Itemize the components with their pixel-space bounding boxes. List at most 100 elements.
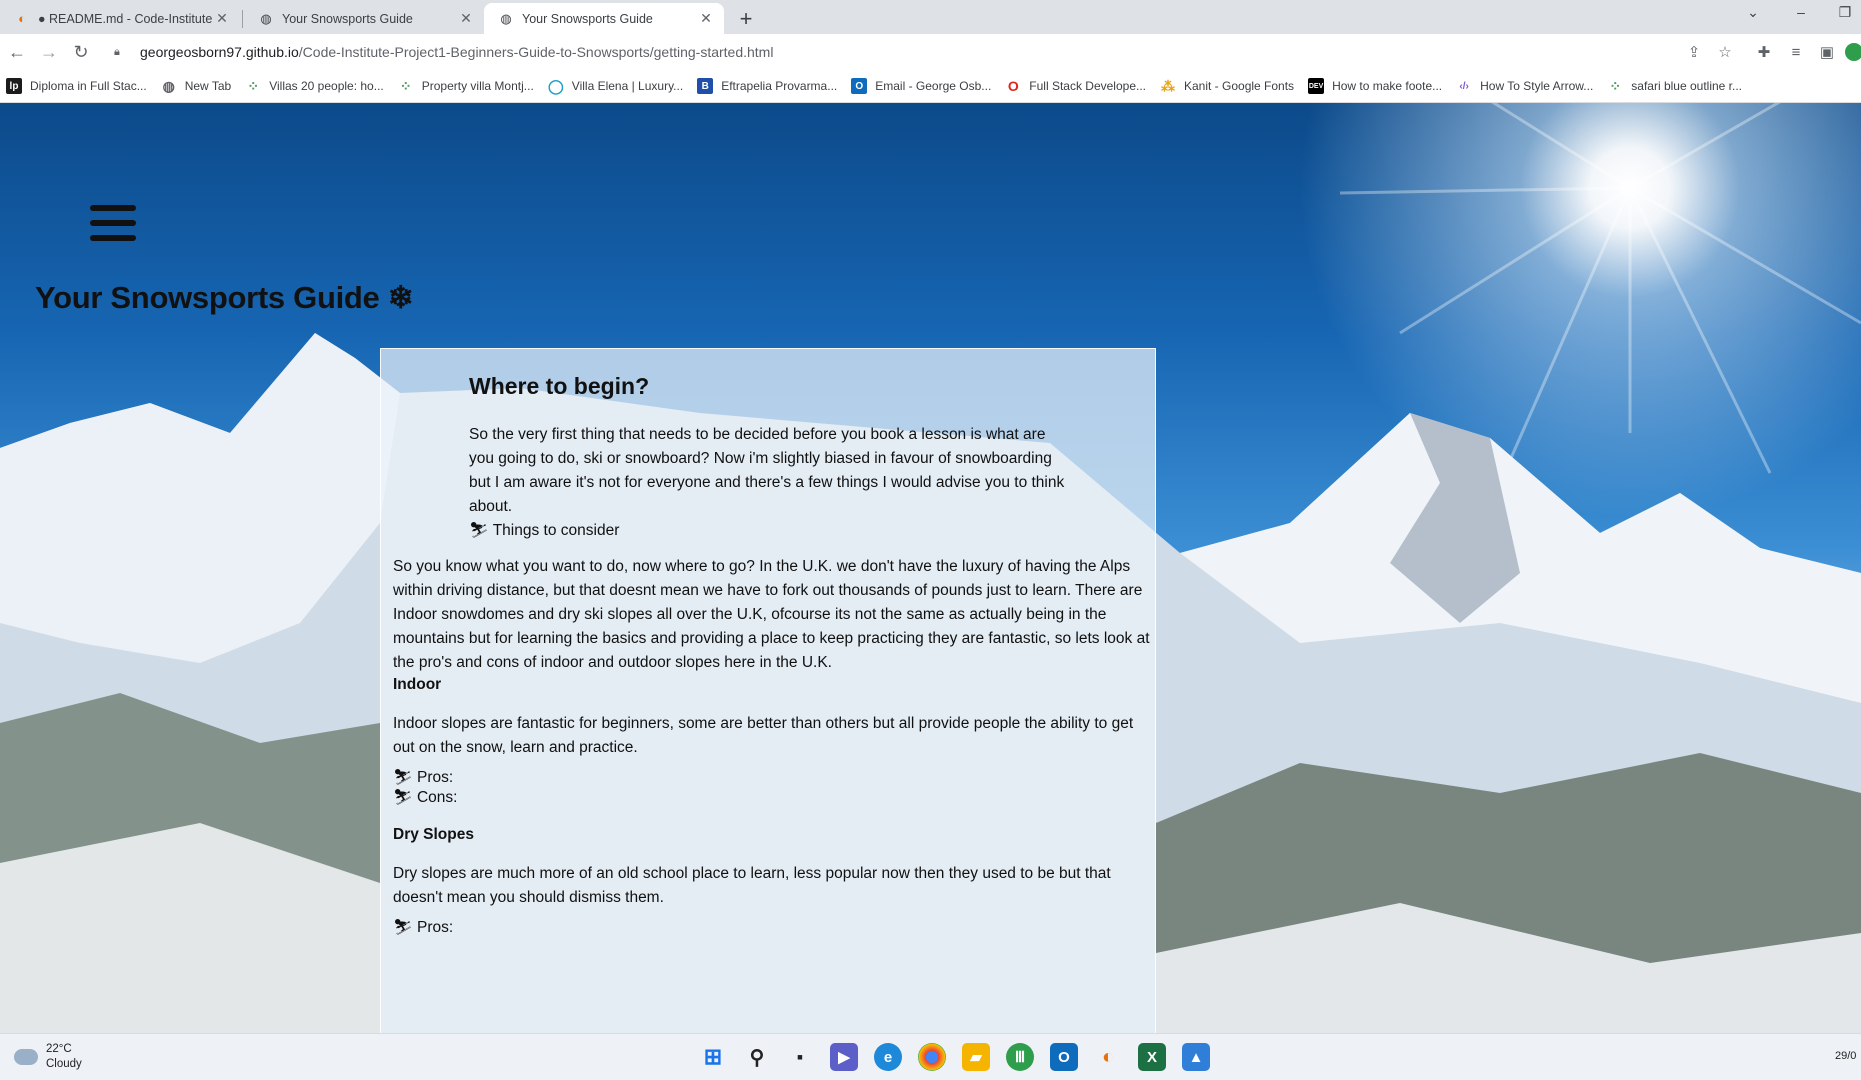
photos-icon[interactable]: ▲: [1182, 1043, 1210, 1071]
chrome-icon[interactable]: [918, 1043, 946, 1071]
clock[interactable]: 29/0: [1835, 1050, 1856, 1062]
bookmark-item[interactable]: ‹/› How To Style Arrow...: [1456, 78, 1593, 94]
menu-toggle-icon[interactable]: [90, 205, 136, 245]
tab-snowsports-active[interactable]: ◍ Your Snowsports Guide ✕: [484, 3, 724, 34]
where-to-go-paragraph: So you know what you want to do, now whe…: [393, 558, 1150, 671]
bookmark-item[interactable]: ⁘ Villas 20 people: ho...: [245, 77, 384, 94]
globe-icon: ◍: [162, 77, 175, 94]
lp-icon: lp: [6, 78, 22, 94]
file-explorer-icon[interactable]: ▰: [962, 1043, 990, 1071]
tab-readme[interactable]: ◐ ● README.md - Code-Institute-P ✕: [0, 3, 240, 34]
indoor-cons-item[interactable]: ⛷ Cons:: [393, 788, 457, 807]
bookmark-item[interactable]: O Email - George Osb...: [851, 78, 991, 94]
bookmark-label: Villa Elena | Luxury...: [571, 79, 684, 93]
address-bar[interactable]: 🔒︎ georgeosborn97.github.io/Code-Institu…: [102, 37, 1722, 67]
start-icon[interactable]: ⊞: [699, 1043, 727, 1071]
b-icon: B: [697, 78, 714, 94]
bookmark-label: Property villa Montj...: [421, 79, 534, 93]
close-icon[interactable]: ✕: [456, 10, 476, 27]
cloud-icon: [14, 1049, 38, 1065]
bookmark-label: New Tab: [184, 79, 232, 93]
edge-icon[interactable]: e: [874, 1043, 902, 1071]
bookmark-item[interactable]: ⁘ safari blue outline r...: [1607, 78, 1742, 94]
reload-button[interactable]: ↻: [68, 39, 94, 65]
minimize-button[interactable]: –: [1786, 4, 1816, 20]
forward-button[interactable]: →: [36, 39, 62, 65]
new-tab-button[interactable]: +: [732, 5, 760, 33]
bookmark-item[interactable]: ◯ Villa Elena | Luxury...: [548, 78, 683, 94]
bookmark-label: safari blue outline r...: [1631, 79, 1743, 93]
code-icon: ‹/›: [1459, 80, 1469, 92]
search-icon[interactable]: ⚲: [743, 1043, 771, 1071]
ring-icon: ◯: [547, 77, 564, 94]
content-card: Where to begin? So the very first thing …: [380, 348, 1156, 1033]
address-host: georgeosborn97.github.io: [140, 44, 299, 60]
bookmark-label: How to make foote...: [1332, 79, 1443, 93]
profile-avatar[interactable]: [1845, 43, 1861, 61]
bookmark-star-icon[interactable]: ☆: [1715, 43, 1735, 63]
opera-icon: O: [1007, 78, 1019, 94]
bookmark-item[interactable]: lp Diploma in Full Stac...: [6, 78, 147, 94]
outlook-icon: O: [851, 78, 868, 94]
tab-title: Your Snowsports Guide: [522, 11, 653, 26]
excel-icon[interactable]: X: [1138, 1043, 1166, 1071]
bookmark-item[interactable]: ◍ New Tab: [161, 77, 232, 94]
code-institute-icon: ◐: [18, 11, 26, 26]
close-icon[interactable]: ✕: [696, 10, 716, 27]
indoor-heading: Indoor: [393, 676, 442, 693]
page-viewport: Your Snowsports Guide ❄ Where to begin? …: [0, 103, 1861, 1033]
weather-widget[interactable]: 22°C Cloudy: [14, 1042, 82, 1072]
bookmark-label: Email - George Osb...: [875, 79, 992, 93]
dev-icon: DEV: [1308, 78, 1325, 94]
indoor-pros-item[interactable]: ⛷ Pros:: [393, 768, 453, 787]
browser-toolbar: ← → ↻ 🔒︎ georgeosborn97.github.io/Code-I…: [0, 34, 1861, 70]
task-view-icon[interactable]: ▪: [786, 1043, 814, 1071]
teams-icon[interactable]: ▶: [830, 1043, 858, 1071]
media-icon[interactable]: ≡: [1786, 43, 1806, 63]
bookmark-item[interactable]: O Full Stack Develope...: [1005, 78, 1146, 94]
tab-strip: ◐ ● README.md - Code-Institute-P ✕ ◍ You…: [0, 0, 1861, 34]
bookmarks-bar: lp Diploma in Full Stac... ◍ New Tab ⁘ Vill…: [0, 70, 1861, 103]
dry-slopes-paragraph: Dry slopes are much more of an old schoo…: [393, 865, 1111, 906]
lock-icon: 🔒︎: [114, 45, 120, 58]
indoor-paragraph: Indoor slopes are fantastic for beginner…: [393, 715, 1134, 756]
tab-search-icon[interactable]: ⌄: [1738, 4, 1768, 21]
google-fonts-icon: ⁂: [1161, 77, 1175, 94]
site-title[interactable]: Your Snowsports Guide ❄: [35, 280, 414, 316]
share-icon[interactable]: ⇪: [1684, 43, 1704, 63]
globe-icon: ◍: [260, 10, 272, 26]
outlook-icon[interactable]: O: [1050, 1043, 1078, 1071]
code-institute-icon[interactable]: ◐: [1094, 1043, 1122, 1071]
sparkle-icon: ⁘: [247, 77, 260, 94]
tab-divider: [242, 10, 243, 28]
evernote-icon[interactable]: Ⅲ: [1006, 1043, 1034, 1071]
bookmark-item[interactable]: B Eftrapelia Provarma...: [697, 78, 837, 94]
sparkle-icon: ⁘: [399, 77, 412, 94]
temperature: 22°C: [46, 1043, 72, 1055]
back-button[interactable]: ←: [4, 39, 30, 65]
bookmark-label: Eftrapelia Provarma...: [721, 79, 838, 93]
bookmark-item[interactable]: ⁂ Kanit - Google Fonts: [1160, 78, 1294, 94]
things-to-consider-link[interactable]: ⛷ Things to consider: [469, 521, 619, 540]
tab-title: ● README.md - Code-Institute-P: [38, 11, 212, 26]
intro-paragraph: So the very first thing that needs to be…: [469, 426, 1065, 515]
dry-slopes-heading: Dry Slopes: [393, 826, 474, 843]
bookmark-label: Kanit - Google Fonts: [1184, 79, 1295, 93]
close-icon[interactable]: ✕: [212, 10, 232, 27]
restore-button[interactable]: ❐: [1830, 4, 1860, 21]
bookmark-label: How To Style Arrow...: [1480, 79, 1594, 93]
tab-title: Your Snowsports Guide: [282, 11, 413, 26]
dry-pros-item[interactable]: ⛷ Pros:: [393, 918, 453, 937]
tab-snowsports-1[interactable]: ◍ Your Snowsports Guide ✕: [244, 3, 484, 34]
bookmark-label: Full Stack Develope...: [1029, 79, 1146, 93]
globe-icon: ◍: [500, 10, 512, 26]
bookmark-item[interactable]: ⁘ Property villa Montj...: [398, 78, 534, 94]
bookmark-label: Diploma in Full Stac...: [30, 79, 147, 93]
extensions-icon[interactable]: ✚: [1754, 43, 1774, 63]
bookmark-item[interactable]: DEV How to make foote...: [1308, 78, 1442, 94]
side-panel-icon[interactable]: ▣: [1817, 43, 1837, 63]
section-heading: Where to begin?: [469, 373, 650, 399]
sparkle-icon: ⁘: [1609, 77, 1622, 94]
weather-condition: Cloudy: [46, 1058, 82, 1070]
bookmark-label: Villas 20 people: ho...: [269, 79, 384, 93]
